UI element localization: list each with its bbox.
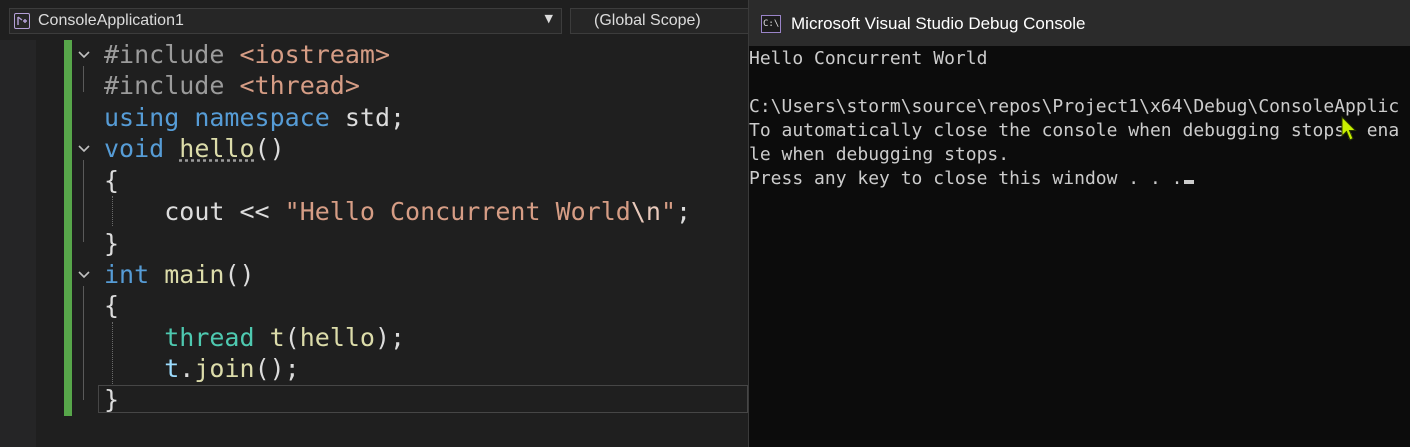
code-line-2[interactable]: #include <thread> xyxy=(104,70,360,101)
console-line: Hello Concurrent World xyxy=(749,48,988,69)
identifier: cout << xyxy=(164,197,285,226)
keyword: void xyxy=(104,134,165,163)
argument: hello xyxy=(299,323,375,352)
editor-margin xyxy=(0,40,36,447)
identifier: std; xyxy=(344,103,406,132)
fold-line xyxy=(83,66,84,92)
code-line-5[interactable]: { xyxy=(104,165,119,196)
console-line: Press any key to close this window . . . xyxy=(749,168,1183,189)
brace: { xyxy=(104,166,120,195)
project-dropdown[interactable]: ConsoleApplication1 ▼ xyxy=(9,8,562,34)
console-line: To automatically close the console when … xyxy=(749,120,1400,141)
project-dropdown-label: ConsoleApplication1 xyxy=(38,12,184,29)
keyword: using xyxy=(104,103,180,132)
change-tracking-bar xyxy=(64,40,72,416)
code-editor[interactable]: ConsoleApplication1 ▼ (Global Scope) #in… xyxy=(0,0,748,447)
scope-dropdown-label: (Global Scope) xyxy=(594,12,701,29)
keyword: int xyxy=(104,260,150,289)
code-line-6[interactable]: cout << "Hello Concurrent World\n"; xyxy=(104,196,691,227)
variable: t xyxy=(164,354,180,383)
fold-collapse-icon[interactable] xyxy=(77,142,91,156)
code-line-9[interactable]: { xyxy=(104,290,119,321)
text-caret xyxy=(1184,180,1195,184)
code-line-1[interactable]: #include <iostream> xyxy=(104,39,390,70)
debug-console-window[interactable]: C:\ Microsoft Visual Studio Debug Consol… xyxy=(748,0,1410,447)
punctuation: ; xyxy=(676,197,692,226)
escape-sequence: \n xyxy=(630,197,661,226)
preprocessor-directive: #include xyxy=(104,71,225,100)
include-header: <iostream> xyxy=(239,40,390,69)
punctuation: . xyxy=(179,354,195,383)
function-name: hello xyxy=(179,134,255,163)
type-name: thread xyxy=(164,323,255,352)
punctuation: (); xyxy=(254,354,300,383)
keyword: namespace xyxy=(194,103,330,132)
fold-collapse-icon[interactable] xyxy=(77,48,91,62)
string-literal: "Hello Concurrent World xyxy=(284,197,631,226)
brace: } xyxy=(104,385,120,414)
fold-collapse-icon[interactable] xyxy=(77,268,91,282)
code-line-11[interactable]: t.join(); xyxy=(104,353,300,384)
project-icon xyxy=(14,13,30,29)
brace: } xyxy=(104,229,120,258)
code-line-7[interactable]: } xyxy=(104,228,119,259)
code-line-3[interactable]: using namespace std; xyxy=(104,102,405,133)
string-literal-end: " xyxy=(660,197,676,226)
console-line: le when debugging stops. xyxy=(749,144,1010,165)
preprocessor-directive: #include xyxy=(104,40,225,69)
console-output[interactable]: Hello Concurrent World C:\Users\storm\so… xyxy=(749,0,1410,447)
chevron-down-icon[interactable]: ▼ xyxy=(545,12,553,25)
fold-line xyxy=(83,160,84,242)
brace: { xyxy=(104,291,120,320)
function-name: main xyxy=(164,260,225,289)
code-line-10[interactable]: thread t(hello); xyxy=(104,322,405,353)
punctuation: ( xyxy=(284,323,300,352)
code-line-12[interactable]: } xyxy=(104,384,119,415)
console-line: C:\Users\storm\source\repos\Project1\x64… xyxy=(749,96,1400,117)
code-line-4[interactable]: void hello() xyxy=(104,133,285,164)
fold-line xyxy=(83,286,84,400)
punctuation: () xyxy=(224,260,255,289)
current-line-highlight xyxy=(98,385,748,413)
mouse-cursor-icon xyxy=(1341,115,1357,146)
console-prompt-line: Press any key to close this window . . . xyxy=(749,167,1195,191)
variable: t xyxy=(269,323,285,352)
navigation-bar: ConsoleApplication1 ▼ (Global Scope) xyxy=(0,0,748,40)
scope-dropdown[interactable]: (Global Scope) xyxy=(570,8,748,34)
punctuation: ); xyxy=(374,323,406,352)
method-name: join xyxy=(194,354,255,383)
punctuation: () xyxy=(254,134,285,163)
code-line-8[interactable]: int main() xyxy=(104,259,255,290)
include-header: <thread> xyxy=(239,71,360,100)
